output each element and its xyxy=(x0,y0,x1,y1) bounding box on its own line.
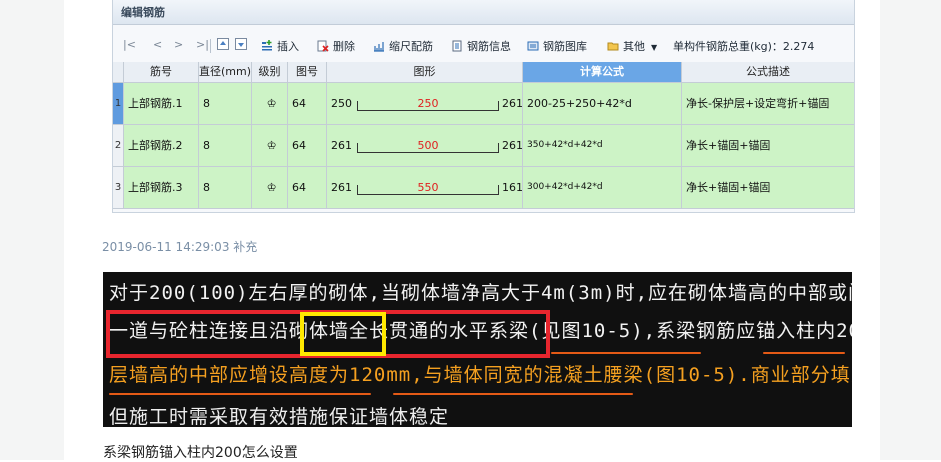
rebar-info-label: 钢筋信息 xyxy=(467,40,511,53)
cell-desc[interactable]: 净长-保护层+设定弯折+锚固 xyxy=(682,83,854,125)
document-icon xyxy=(452,40,462,52)
shape-main-length: 500 xyxy=(417,139,439,152)
cell-shape[interactable]: 261 500 261 xyxy=(327,125,523,167)
cell-desc[interactable]: 净长+锚固+锚固 xyxy=(682,125,854,167)
col-header-formula[interactable]: 计算公式 xyxy=(523,62,682,83)
insert-button[interactable]: 插入 xyxy=(261,38,299,54)
orange-underline-3 xyxy=(109,393,371,395)
cell-formula[interactable]: 300+42*d+42*d xyxy=(523,167,682,209)
col-header-figure-no[interactable]: 图号 xyxy=(288,62,327,83)
prev-record-button[interactable]: < xyxy=(153,38,162,51)
first-record-button[interactable]: |< xyxy=(123,38,136,51)
row-header-corner xyxy=(113,62,124,83)
supplement-timestamp: 2019-06-11 14:29:03 补充 xyxy=(102,240,258,254)
delete-icon xyxy=(317,40,329,52)
shape-left-length: 261 xyxy=(331,181,352,194)
shape-right-length: 261 xyxy=(502,139,523,152)
insert-icon xyxy=(262,40,272,51)
annotated-text-photo: 对于200(100)左右厚的砌体,当砌体墙净高大于4m(3m)时,应在砌体墙高的… xyxy=(103,272,852,427)
left-gutter xyxy=(0,0,64,460)
row-number[interactable]: 2 xyxy=(113,125,124,167)
shape-left-length: 261 xyxy=(331,139,352,152)
cell-fig[interactable]: 64 xyxy=(288,167,327,209)
cell-grade[interactable]: ♔ xyxy=(252,83,288,125)
shape-right-length: 161 xyxy=(502,181,523,194)
yellow-highlight-box xyxy=(300,312,386,356)
move-down-icon[interactable] xyxy=(235,38,251,51)
shape-right-hook xyxy=(498,185,499,195)
cell-grade[interactable]: ♔ xyxy=(252,125,288,167)
col-header-bar-no[interactable]: 筋号 xyxy=(124,62,199,83)
insert-label: 插入 xyxy=(277,40,299,53)
shape-main-length: 550 xyxy=(417,181,439,194)
cell-shape[interactable]: 250 250 261 xyxy=(327,83,523,125)
orange-underline-2 xyxy=(763,352,845,354)
editor-title: 编辑钢筋 xyxy=(121,6,165,19)
folder-icon xyxy=(607,42,619,51)
cell-fig[interactable]: 64 xyxy=(288,125,327,167)
delete-button[interactable]: 删除 xyxy=(317,38,355,54)
ruler-icon xyxy=(374,42,384,52)
shape-right-hook xyxy=(498,101,499,111)
rebar-library-button[interactable]: 钢筋图库 xyxy=(527,38,587,54)
editor-toolbar: |< < > >| 插入 删除 缩尺配筋 钢筋信息 钢筋图库 其他 ▼ 单构件钢筋… xyxy=(113,34,854,58)
rebar-library-label: 钢筋图库 xyxy=(543,40,587,53)
cell-diameter[interactable]: 8 xyxy=(199,167,252,209)
rebar-editor-screenshot: 编辑钢筋 |< < > >| 插入 删除 缩尺配筋 钢筋信息 钢筋图库 其他 ▼ … xyxy=(112,0,855,213)
cell-grade[interactable]: ♔ xyxy=(252,167,288,209)
col-header-shape[interactable]: 图形 xyxy=(327,62,523,83)
col-header-description[interactable]: 公式描述 xyxy=(682,62,854,83)
cell-desc[interactable]: 净长+锚固+锚固 xyxy=(682,167,854,209)
question-caption: 系梁钢筋锚入柱内200怎么设置 xyxy=(103,445,298,461)
other-label: 其他 xyxy=(623,40,645,53)
photo-line-2-part-d: ,系梁钢筋应锚入柱内200。住宅部分每 xyxy=(643,320,852,342)
cell-name[interactable]: 上部钢筋.3 xyxy=(124,167,199,209)
library-icon xyxy=(527,41,539,51)
last-record-button[interactable]: >| xyxy=(196,38,209,51)
next-record-button[interactable]: > xyxy=(174,38,183,51)
rebar-info-button[interactable]: 钢筋信息 xyxy=(451,38,511,54)
cell-formula[interactable]: 350+42*d+42*d xyxy=(523,125,682,167)
scale-rebar-button[interactable]: 缩尺配筋 xyxy=(373,38,433,54)
shape-left-length: 250 xyxy=(331,97,352,110)
cell-shape[interactable]: 261 550 161 xyxy=(327,167,523,209)
col-header-grade[interactable]: 级别 xyxy=(252,62,288,83)
chevron-down-icon: ▼ xyxy=(651,43,658,52)
cell-formula[interactable]: 200-25+250+42*d xyxy=(523,83,682,125)
cell-name[interactable]: 上部钢筋.2 xyxy=(124,125,199,167)
move-up-icon[interactable] xyxy=(217,38,233,51)
shape-right-length: 261 xyxy=(502,97,523,110)
delete-label: 删除 xyxy=(333,40,355,53)
scale-rebar-label: 缩尺配筋 xyxy=(389,40,433,53)
photo-line-3: 层墙高的中部应增设高度为120mm,与墙体同宽的混凝土腰梁(图10-5).商业部… xyxy=(109,364,852,386)
photo-line-4: 但施工时需采取有效措施保证墙体稳定 xyxy=(109,406,450,427)
other-menu-button[interactable]: 其他 ▼ xyxy=(607,38,657,54)
orange-underline-1 xyxy=(551,352,701,354)
editor-title-bar: 编辑钢筋 xyxy=(113,0,854,25)
cell-fig[interactable]: 64 xyxy=(288,83,327,125)
right-gutter xyxy=(880,0,941,460)
cell-diameter[interactable]: 8 xyxy=(199,125,252,167)
row-number[interactable]: 3 xyxy=(113,167,124,209)
orange-underline-4 xyxy=(393,393,633,395)
cell-name[interactable]: 上部钢筋.1 xyxy=(124,83,199,125)
cell-diameter[interactable]: 8 xyxy=(199,83,252,125)
toolbar-divider xyxy=(210,39,211,53)
col-header-diameter[interactable]: 直径(mm) xyxy=(199,62,252,83)
rebar-table: 筋号 直径(mm) 级别 图号 图形 计算公式 公式描述 1 上部钢筋.1 8 ♔ 64… xyxy=(113,62,854,212)
total-weight-readout: 单构件钢筋总重(kg)：2.274 xyxy=(673,40,815,53)
row-number[interactable]: 1 xyxy=(113,83,124,125)
shape-main-length: 250 xyxy=(417,97,439,110)
photo-line-1: 对于200(100)左右厚的砌体,当砌体墙净高大于4m(3m)时,应在砌体墙高的… xyxy=(109,282,852,304)
shape-right-hook xyxy=(498,143,499,153)
